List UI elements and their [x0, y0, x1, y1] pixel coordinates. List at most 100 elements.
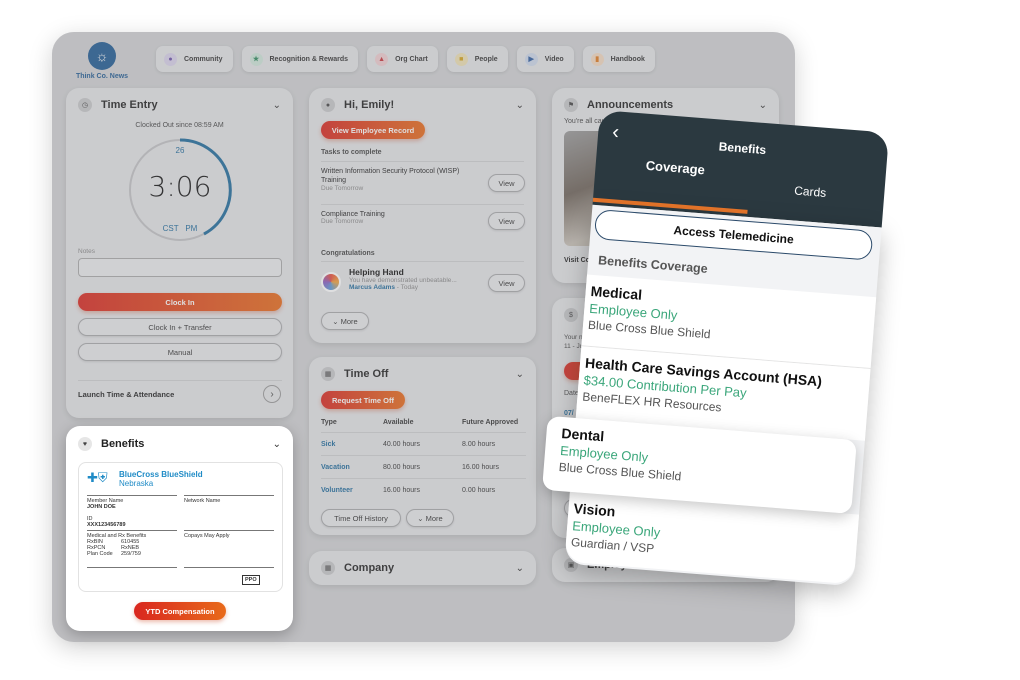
- nav-handbook[interactable]: ▮ Handbook: [582, 46, 655, 72]
- nav-label: Recognition & Rewards: [269, 55, 349, 63]
- available-cell: 40.00 hours: [383, 440, 420, 448]
- request-time-off-button[interactable]: Request Time Off: [321, 391, 405, 409]
- task-due: Due Tomorrow: [321, 218, 364, 225]
- more-label: More: [425, 513, 443, 523]
- heart-icon: ♥: [78, 437, 92, 451]
- brand-logo[interactable]: ☼ Think Co. News: [72, 42, 132, 80]
- column-header: Available: [383, 419, 414, 426]
- benefits-card: ♥ Benefits ⌄ ✚⛨ BlueCross BlueShield Nebra…: [66, 426, 293, 631]
- copays-note: Copays May Apply: [184, 533, 230, 539]
- time-off-table: Type Available Future Approved Sick 40.0…: [321, 419, 526, 502]
- nav-label: Community: [184, 55, 223, 63]
- table-row: Sick 40.00 hours 8.00 hours: [321, 433, 526, 456]
- chevron-down-icon[interactable]: ⌄: [273, 100, 281, 111]
- marketing-stage: ☼ Think Co. News ● Community ★ Recognition…: [0, 0, 1020, 680]
- congrats-when: Today: [400, 284, 419, 291]
- task-item: Compliance Training Due Tomorrow: [321, 211, 481, 225]
- nav-recognition[interactable]: ★ Recognition & Rewards: [241, 46, 359, 72]
- congrats-from[interactable]: Marcus Adams: [349, 284, 395, 291]
- insurer-name: BlueCross BlueShield: [119, 470, 203, 479]
- notes-input[interactable]: [78, 258, 282, 277]
- divider: [184, 567, 274, 568]
- card-title: Announcements: [587, 99, 674, 111]
- task-title: Written Information Security Protocol (W…: [321, 168, 460, 184]
- clock-ampm: PM: [185, 224, 198, 233]
- more-button[interactable]: ⌄ More: [321, 312, 369, 330]
- clock-tz-line: CST PM: [126, 224, 234, 233]
- ppo-badge: PPO: [242, 575, 260, 585]
- chevron-right-icon[interactable]: ›: [263, 385, 281, 403]
- leave-type-link[interactable]: Vacation: [321, 464, 383, 471]
- congrats-heading: Congratulations: [321, 250, 375, 257]
- people-icon: ■: [454, 52, 468, 66]
- plan-code-label: Plan Code: [87, 551, 113, 557]
- more-button[interactable]: ⌄ More: [406, 509, 454, 527]
- nav-people[interactable]: ■ People: [446, 46, 508, 72]
- clock-in-transfer-button[interactable]: Clock In + Transfer: [78, 318, 282, 336]
- clock-in-button[interactable]: Clock In: [78, 293, 282, 311]
- clock-status: Clocked Out since 08:59 AM: [135, 122, 224, 129]
- leave-type-link[interactable]: Volunteer: [321, 487, 383, 494]
- congrats-title: Helping Hand: [349, 267, 404, 277]
- brand-name: Think Co. News: [75, 73, 129, 80]
- nav-community[interactable]: ● Community: [156, 46, 233, 72]
- nav-video[interactable]: ▶ Video: [516, 46, 574, 72]
- leave-type-link[interactable]: Sick: [321, 441, 383, 448]
- mobile-body: Access Telemedicine Benefits Coverage Me…: [542, 204, 882, 587]
- chevron-down-icon[interactable]: ⌄: [516, 369, 524, 380]
- card-title: Benefits: [101, 438, 145, 450]
- award-icon: [321, 272, 341, 292]
- pay-date-link[interactable]: 07/: [564, 410, 574, 417]
- ytd-compensation-button[interactable]: YTD Compensation: [134, 602, 226, 620]
- chevron-down-icon[interactable]: ⌄: [516, 100, 524, 111]
- divider: [87, 495, 177, 496]
- nav-label: Video: [544, 55, 564, 63]
- future-approved-cell: 8.00 hours: [462, 440, 496, 448]
- company-card[interactable]: ▦ Company ⌄: [309, 551, 536, 585]
- org-chart-icon: ▲: [375, 52, 389, 66]
- divider: [78, 380, 282, 381]
- tasks-heading: Tasks to complete: [321, 149, 382, 156]
- more-label: More: [340, 316, 358, 326]
- network-name-label: Network Name: [184, 498, 221, 504]
- task-title: Compliance Training: [321, 211, 385, 218]
- tab-cards[interactable]: Cards: [794, 184, 827, 200]
- launch-time-attendance-link[interactable]: Launch Time & Attendance: [78, 390, 174, 399]
- dollar-icon: $: [564, 308, 578, 322]
- building-icon: ▦: [321, 561, 335, 575]
- available-cell: 16.00 hours: [383, 487, 420, 494]
- community-icon: ●: [164, 52, 177, 66]
- chevron-down-icon: ⌄: [417, 513, 426, 523]
- time-off-history-button[interactable]: Time Off History: [321, 509, 401, 527]
- future-approved-cell: 16.00 hours: [462, 463, 499, 471]
- task-item: Written Information Security Protocol (W…: [321, 167, 481, 192]
- time-off-card: ▦ Time Off ⌄ Request Time Off Type Availab…: [309, 357, 536, 535]
- megaphone-icon: ⚑: [564, 98, 578, 112]
- chevron-down-icon[interactable]: ⌄: [273, 439, 281, 450]
- divider: [321, 204, 524, 205]
- view-congrats-button[interactable]: View: [488, 274, 525, 292]
- handbook-icon: ▮: [590, 52, 604, 66]
- nav-org-chart[interactable]: ▲ Org Chart: [367, 46, 438, 72]
- task-due: Due Tomorrow: [321, 185, 364, 192]
- clock-timezone: CST: [162, 224, 179, 233]
- mobile-benefits-screen: ‹ Benefits Coverage Cards Access Telemed…: [542, 110, 890, 587]
- table-header: Type Available Future Approved: [321, 419, 526, 433]
- insurance-id-card[interactable]: ✚⛨ BlueCross BlueShield Nebraska Member …: [78, 462, 283, 592]
- chevron-down-icon[interactable]: ⌄: [759, 100, 767, 111]
- column-header: Type: [321, 419, 337, 426]
- video-icon: ▶: [524, 52, 538, 66]
- star-icon: ★: [249, 52, 263, 66]
- divider: [184, 495, 274, 496]
- view-employee-record-button[interactable]: View Employee Record: [321, 121, 425, 139]
- member-id: XXX123456789: [87, 522, 126, 528]
- manual-button[interactable]: Manual: [78, 343, 282, 361]
- view-task-button[interactable]: View: [488, 212, 525, 230]
- benefits-coverage-heading: Benefits Coverage: [597, 253, 709, 276]
- view-task-button[interactable]: View: [488, 174, 525, 192]
- nav-label: People: [474, 55, 498, 63]
- chevron-down-icon[interactable]: ⌄: [516, 563, 524, 574]
- tab-coverage[interactable]: Coverage: [645, 158, 705, 178]
- divider: [184, 530, 274, 531]
- card-title: Company: [344, 562, 395, 574]
